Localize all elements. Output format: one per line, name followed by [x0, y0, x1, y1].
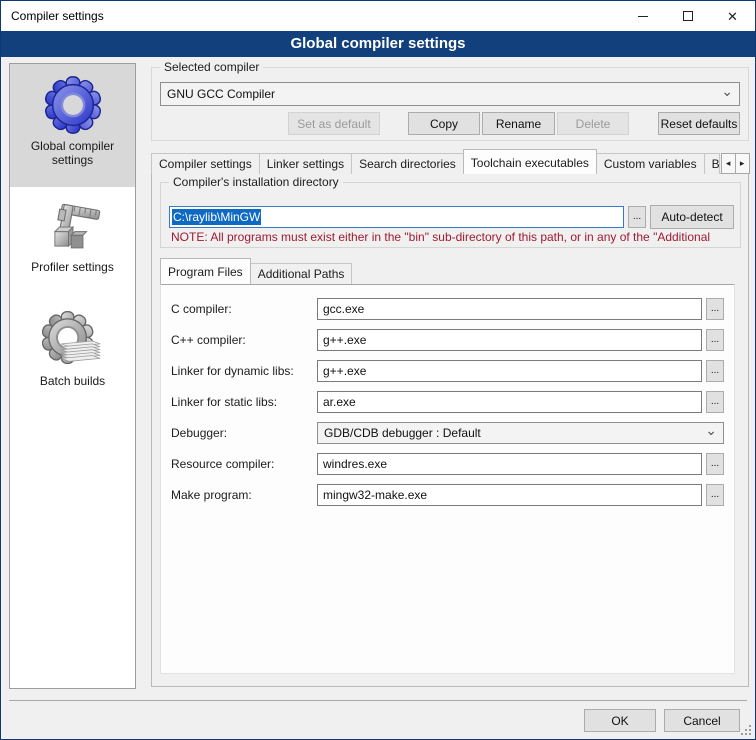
- selected-compiler-legend: Selected compiler: [160, 60, 263, 74]
- auto-detect-button[interactable]: Auto-detect: [650, 205, 734, 229]
- footer-separator: [9, 700, 747, 701]
- blue-gear-icon: [42, 74, 104, 136]
- minimize-button[interactable]: [620, 1, 665, 31]
- close-button[interactable]: ✕: [710, 1, 755, 31]
- page-title: Global compiler settings: [1, 31, 755, 57]
- static-linker-label: Linker for static libs:: [171, 395, 317, 409]
- resource-compiler-label: Resource compiler:: [171, 457, 317, 471]
- reset-defaults-button[interactable]: Reset defaults: [658, 112, 740, 135]
- field-row-dynamic-linker: Linker for dynamic libs: g++.exe ...: [171, 360, 724, 382]
- field-row-c-compiler: C compiler: gcc.exe ...: [171, 298, 724, 320]
- field-row-static-linker: Linker for static libs: ar.exe ...: [171, 391, 724, 413]
- tab-search-directories[interactable]: Search directories: [351, 153, 464, 174]
- field-row-cpp-compiler: C++ compiler: g++.exe ...: [171, 329, 724, 351]
- resource-compiler-value: windres.exe: [323, 457, 387, 471]
- c-compiler-label: C compiler:: [171, 302, 317, 316]
- cpp-compiler-browse-button[interactable]: ...: [706, 329, 724, 351]
- delete-button[interactable]: Delete: [557, 112, 629, 135]
- dynamic-linker-value: g++.exe: [323, 364, 366, 378]
- static-linker-value: ar.exe: [323, 395, 356, 409]
- installation-directory-row: C:\raylib\MinGW ... Auto-detect: [169, 205, 734, 229]
- installation-directory-legend: Compiler's installation directory: [169, 175, 343, 189]
- dynamic-linker-browse-button[interactable]: ...: [706, 360, 724, 382]
- sidebar-item-global-compiler-settings[interactable]: Global compiler settings: [10, 64, 135, 187]
- program-files-panel: C compiler: gcc.exe ... C++ compiler: g+…: [160, 284, 735, 674]
- tab-toolchain-executables[interactable]: Toolchain executables: [463, 149, 597, 174]
- installation-directory-value: C:\raylib\MinGW: [172, 209, 261, 225]
- make-program-input[interactable]: mingw32-make.exe: [317, 484, 702, 506]
- caliper-icon: [44, 199, 102, 257]
- settings-tab-strip: Compiler settings Linker settings Search…: [151, 149, 747, 174]
- static-linker-input[interactable]: ar.exe: [317, 391, 702, 413]
- make-program-value: mingw32-make.exe: [323, 488, 427, 502]
- settings-sidebar: Global compiler settings: [9, 63, 136, 689]
- resource-compiler-input[interactable]: windres.exe: [317, 453, 702, 475]
- sidebar-item-batch-builds[interactable]: Batch builds: [10, 293, 135, 411]
- chevron-down-icon: ⌄: [705, 425, 717, 435]
- cpp-compiler-input[interactable]: g++.exe: [317, 329, 702, 351]
- ok-button[interactable]: OK: [584, 709, 656, 732]
- field-row-resource-compiler: Resource compiler: windres.exe ...: [171, 453, 724, 475]
- tab-scroll-buttons: ◂ ▸: [721, 153, 749, 174]
- maximize-button[interactable]: [665, 1, 710, 31]
- make-program-browse-button[interactable]: ...: [706, 484, 724, 506]
- resize-grip[interactable]: [741, 725, 751, 735]
- installation-directory-input[interactable]: C:\raylib\MinGW: [169, 206, 624, 228]
- tab-additional-paths[interactable]: Additional Paths: [250, 263, 353, 284]
- c-compiler-browse-button[interactable]: ...: [706, 298, 724, 320]
- compiler-buttons-row: Set as default Copy Rename Delete Reset …: [288, 112, 740, 135]
- debugger-dropdown[interactable]: GDB/CDB debugger : Default ⌄: [317, 422, 724, 444]
- compiler-settings-dialog: Compiler settings ✕ Global compiler sett…: [0, 0, 756, 740]
- dynamic-linker-input[interactable]: g++.exe: [317, 360, 702, 382]
- arrow-left-icon: ◂: [726, 158, 731, 169]
- cpp-compiler-label: C++ compiler:: [171, 333, 317, 347]
- tab-linker-settings[interactable]: Linker settings: [259, 153, 352, 174]
- arrow-right-icon: ▸: [740, 158, 745, 169]
- set-as-default-button[interactable]: Set as default: [288, 112, 380, 135]
- sidebar-item-label: Global compiler settings: [10, 139, 135, 167]
- static-linker-browse-button[interactable]: ...: [706, 391, 724, 413]
- close-icon: ✕: [727, 10, 738, 23]
- debugger-dropdown-value: GDB/CDB debugger : Default: [324, 426, 705, 440]
- resource-compiler-browse-button[interactable]: ...: [706, 453, 724, 475]
- compiler-dropdown[interactable]: GNU GCC Compiler ⌄: [160, 82, 740, 106]
- dynamic-linker-label: Linker for dynamic libs:: [171, 364, 317, 378]
- tab-scroll-left-button[interactable]: ◂: [721, 153, 736, 174]
- field-row-make-program: Make program: mingw32-make.exe ...: [171, 484, 724, 506]
- make-program-label: Make program:: [171, 488, 317, 502]
- title-bar[interactable]: Compiler settings ✕: [1, 1, 755, 31]
- c-compiler-input[interactable]: gcc.exe: [317, 298, 702, 320]
- sidebar-item-label: Profiler settings: [27, 260, 118, 274]
- c-compiler-value: gcc.exe: [323, 302, 364, 316]
- copy-button[interactable]: Copy: [408, 112, 480, 135]
- window-title: Compiler settings: [1, 9, 620, 23]
- rename-button[interactable]: Rename: [482, 112, 555, 135]
- debugger-label: Debugger:: [171, 426, 317, 440]
- gray-gear-stack-icon: [42, 309, 104, 371]
- toolchain-executables-panel: Compiler's installation directory C:\ray…: [151, 173, 749, 687]
- cpp-compiler-value: g++.exe: [323, 333, 366, 347]
- selected-compiler-group: Selected compiler GNU GCC Compiler ⌄ Set…: [151, 67, 749, 141]
- tab-scroll-right-button[interactable]: ▸: [735, 153, 750, 174]
- window-controls: ✕: [620, 1, 755, 31]
- compiler-dropdown-value: GNU GCC Compiler: [167, 87, 721, 101]
- field-row-debugger: Debugger: GDB/CDB debugger : Default ⌄: [171, 422, 724, 444]
- sidebar-item-label: Batch builds: [36, 374, 109, 388]
- tab-custom-variables[interactable]: Custom variables: [596, 153, 705, 174]
- installation-note: NOTE: All programs must exist either in …: [171, 230, 738, 244]
- maximize-icon: [683, 11, 693, 21]
- program-files-tab-strip: Program Files Additional Paths: [160, 258, 351, 284]
- tab-program-files[interactable]: Program Files: [160, 258, 251, 284]
- sidebar-item-profiler-settings[interactable]: Profiler settings: [10, 187, 135, 293]
- installation-directory-group: Compiler's installation directory C:\ray…: [160, 182, 741, 248]
- tab-build-options[interactable]: Build options: [704, 153, 720, 174]
- minimize-icon: [638, 16, 648, 17]
- tab-compiler-settings[interactable]: Compiler settings: [151, 153, 260, 174]
- chevron-down-icon: ⌄: [721, 86, 733, 96]
- cancel-button[interactable]: Cancel: [664, 709, 740, 732]
- browse-directory-button[interactable]: ...: [628, 206, 646, 228]
